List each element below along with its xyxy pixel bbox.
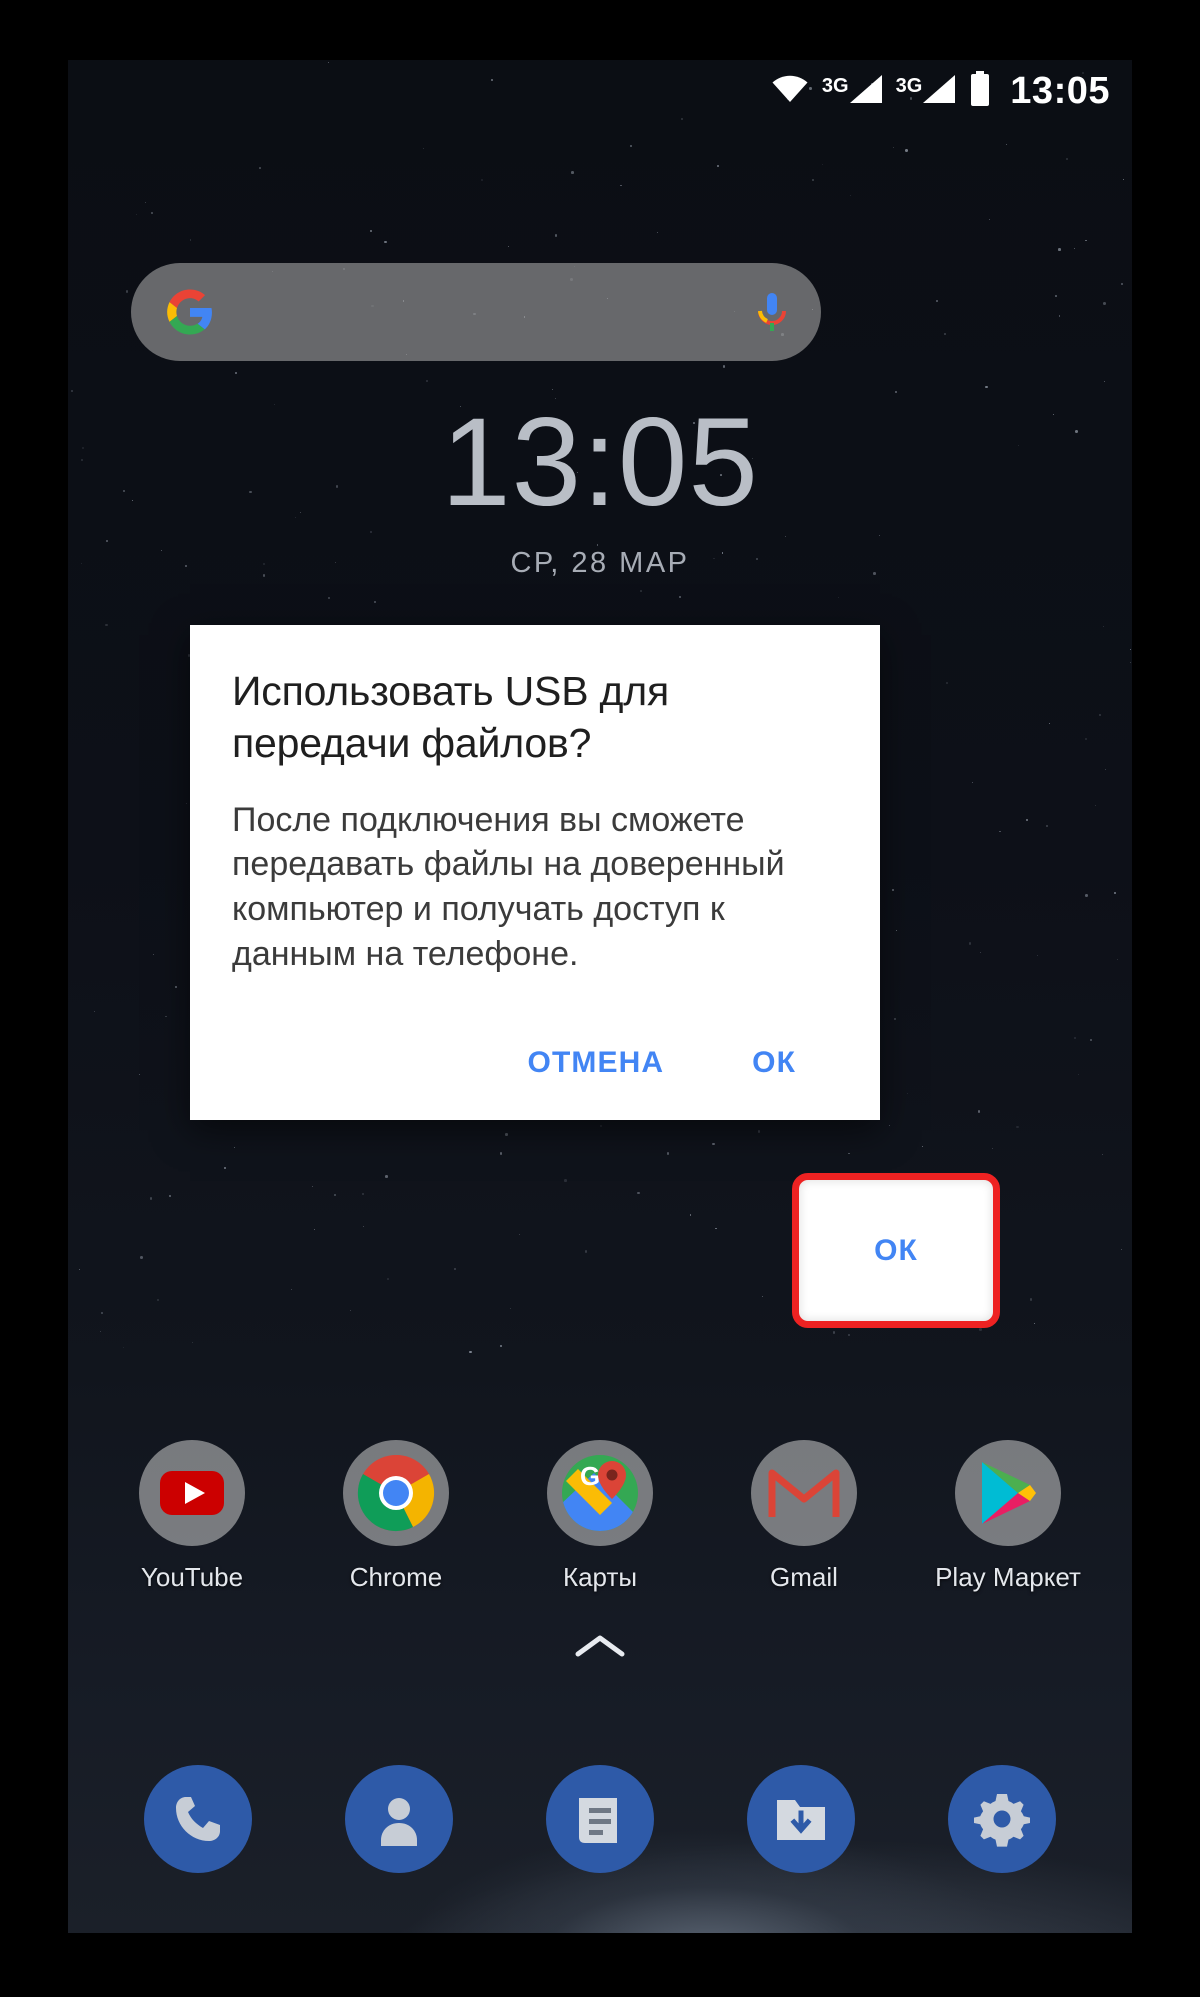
chrome-icon	[343, 1440, 449, 1546]
app-label: YouTube	[140, 1562, 244, 1592]
svg-text:G: G	[580, 1461, 600, 1491]
app-label: Карты	[562, 1562, 638, 1592]
app-youtube[interactable]: YouTube	[102, 1440, 282, 1593]
google-g-icon	[167, 289, 213, 335]
app-label: Gmail	[770, 1562, 838, 1592]
clock-widget[interactable]: 13:05 СР, 28 МАР	[68, 400, 1132, 580]
cancel-button[interactable]: ОТМЕНА	[502, 1026, 691, 1100]
google-search-bar[interactable]	[131, 263, 821, 361]
dialog-actions: ОТМЕНА ОК	[502, 1026, 850, 1100]
usb-transfer-dialog: Использовать USB для передачи файлов? По…	[190, 625, 880, 1120]
app-row: YouTube Chrome G Карты Gmail Play Маркет	[68, 1440, 1132, 1593]
phone-icon	[176, 1797, 221, 1841]
app-chrome[interactable]: Chrome	[306, 1440, 486, 1593]
chevron-up-icon	[575, 1635, 625, 1657]
dock-contacts[interactable]	[345, 1765, 454, 1873]
message-document-icon	[578, 1798, 617, 1843]
play-store-icon	[955, 1440, 1061, 1546]
dock-phone[interactable]	[144, 1765, 253, 1873]
microphone-icon[interactable]	[755, 289, 789, 335]
folder-download-icon	[776, 1800, 825, 1840]
gmail-icon	[751, 1440, 857, 1546]
dialog-message: После подключения вы сможете передавать …	[232, 800, 785, 973]
bottom-dock	[68, 1765, 1132, 1873]
clock-widget-date: СР, 28 МАР	[510, 547, 690, 579]
dock-messages[interactable]	[545, 1765, 654, 1873]
youtube-icon	[139, 1440, 245, 1546]
signal-indicator-2: 3G	[896, 74, 957, 109]
clock-widget-time: 13:05	[441, 393, 759, 532]
signal-bars-icon	[849, 74, 883, 109]
gear-icon	[973, 1794, 1030, 1847]
signal-indicator-1: 3G	[822, 74, 883, 109]
app-drawer-handle[interactable]	[68, 1632, 1132, 1665]
signal-bars-icon	[922, 74, 956, 109]
status-bar-clock: 13:05	[1010, 70, 1110, 112]
app-play-market[interactable]: Play Маркет	[918, 1440, 1098, 1593]
google-maps-icon: G	[547, 1440, 653, 1546]
wifi-icon	[771, 75, 809, 108]
battery-full-icon	[969, 70, 991, 112]
ok-button-highlight-label[interactable]: ОК	[792, 1173, 1000, 1328]
person-icon	[381, 1798, 418, 1846]
dock-downloads[interactable]	[746, 1765, 855, 1873]
ok-button[interactable]: ОК	[698, 1026, 850, 1100]
dialog-title: Использовать USB для передачи файлов?	[232, 668, 669, 767]
dock-settings[interactable]	[947, 1765, 1056, 1873]
network-type-label-2: 3G	[895, 74, 923, 97]
device-frame: 3G 3G 13:05 13:05 СР, 28 МАР YouTube Chr…	[0, 0, 1200, 1997]
app-maps[interactable]: G Карты	[510, 1440, 690, 1593]
network-type-label-1: 3G	[821, 74, 849, 97]
app-gmail[interactable]: Gmail	[714, 1440, 894, 1593]
phone-screen: 3G 3G 13:05 13:05 СР, 28 МАР YouTube Chr…	[68, 60, 1132, 1933]
app-label: Play Маркет	[935, 1562, 1081, 1592]
app-label: Chrome	[349, 1562, 443, 1592]
status-bar: 3G 3G 13:05	[68, 60, 1132, 122]
